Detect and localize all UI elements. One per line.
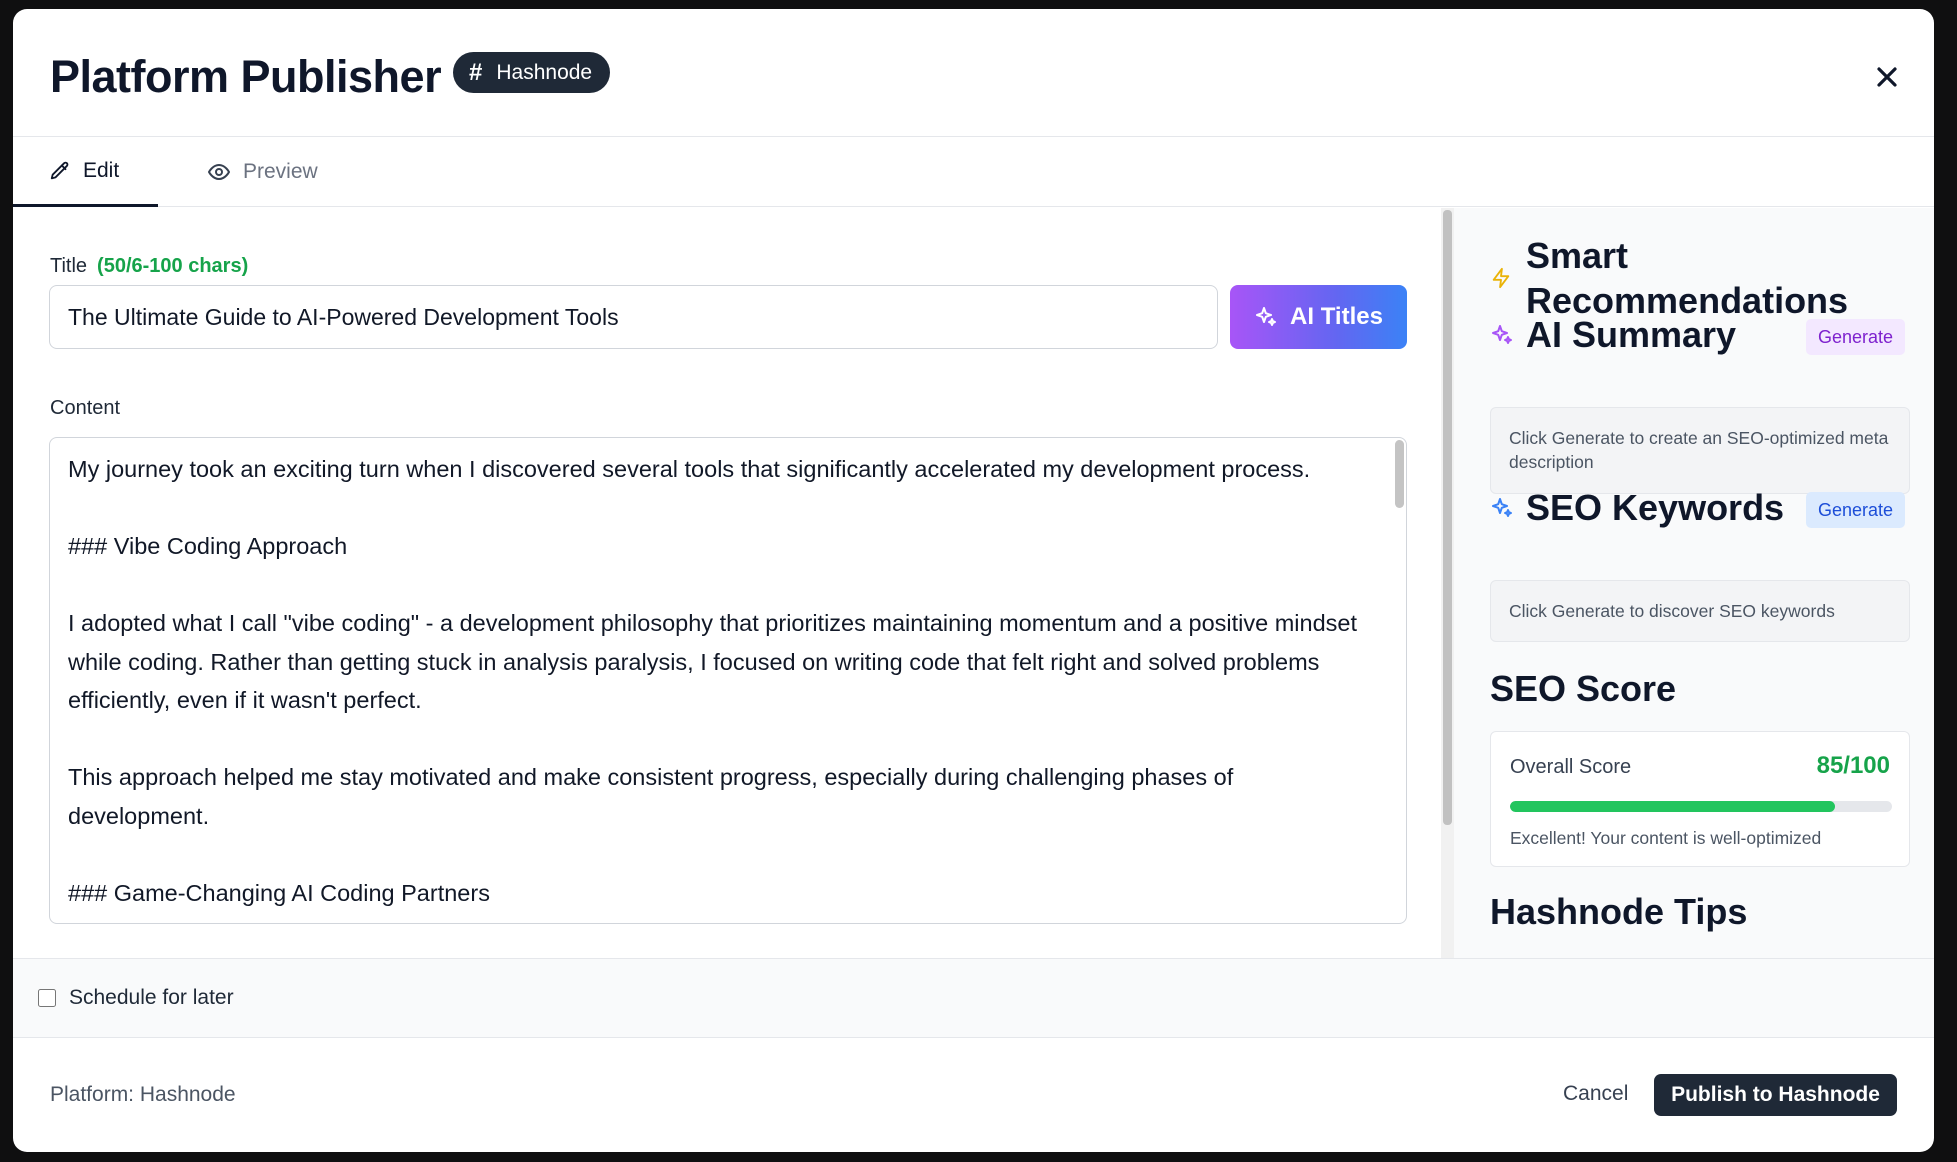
pencil-icon [50, 161, 69, 179]
hash-icon: # [469, 58, 483, 86]
publish-button[interactable]: Publish to Hashnode [1654, 1074, 1897, 1116]
close-button[interactable] [1869, 59, 1905, 95]
ai-summary-generate-button[interactable]: Generate [1806, 319, 1906, 355]
seo-score-title: SEO Score [1490, 668, 1677, 709]
content-textarea[interactable]: My journey took an exciting turn when I … [49, 437, 1407, 924]
title-input[interactable] [49, 285, 1218, 349]
sparkles-icon [1492, 325, 1512, 344]
modal-header: Platform Publisher # Hashnode [13, 9, 1934, 137]
seo-keywords-generate-button[interactable]: Generate [1806, 492, 1906, 528]
content-scrollbar[interactable] [1395, 440, 1404, 920]
tab-edit[interactable]: Edit [13, 137, 158, 207]
overall-score-value: 85/100 [1816, 752, 1890, 779]
publisher-modal: Platform Publisher # Hashnode Edit Previ… [13, 9, 1934, 1152]
title-label-text: Title [50, 255, 88, 277]
ai-titles-label: AI Titles [1290, 303, 1383, 330]
eye-icon [208, 164, 230, 180]
recommendations-header: Smart Recommendations [1490, 233, 1856, 323]
recommendations-panel: Smart Recommendations AI Summary Generat… [1454, 208, 1934, 958]
modal-title: Platform Publisher [50, 51, 442, 102]
tab-bar: Edit Preview [13, 137, 1934, 207]
platform-badge: # Hashnode [453, 52, 611, 93]
tab-edit-label: Edit [83, 158, 120, 182]
schedule-label[interactable]: Schedule for later [69, 986, 234, 1010]
overall-score-label: Overall Score [1510, 756, 1632, 778]
title-char-count: (50/6-100 chars) [97, 255, 249, 277]
seo-score-card: Overall Score 85/100 Excellent! Your con… [1490, 731, 1910, 867]
lightning-icon [1492, 267, 1510, 289]
recommendations-title: Smart Recommendations [1526, 235, 1849, 321]
content-text: My journey took an exciting turn when I … [68, 456, 1358, 906]
platform-badge-label: Hashnode [496, 60, 593, 84]
title-field-label: Title (50/6-100 chars) [50, 255, 248, 278]
ai-titles-button[interactable]: AI Titles [1230, 285, 1407, 349]
seo-keywords-title: SEO Keywords [1526, 487, 1785, 528]
sparkles-icon [1256, 307, 1277, 326]
editor-pane: Title(50/6-100 chars) AI Titles Content … [13, 208, 1441, 958]
content-field-label: Content [50, 397, 121, 419]
tab-preview[interactable]: Preview [193, 137, 318, 207]
panel-scrollbar[interactable] [1441, 208, 1454, 958]
score-progress-bar [1510, 801, 1892, 812]
sparkles-icon [1492, 498, 1512, 517]
seo-keywords-header: SEO Keywords [1490, 487, 1784, 529]
cancel-button[interactable]: Cancel [1543, 1069, 1648, 1119]
ai-summary-header: AI Summary [1490, 314, 1736, 356]
schedule-checkbox[interactable] [38, 989, 56, 1007]
score-note: Excellent! Your content is well-optimize… [1510, 828, 1822, 848]
panel-scrollbar-thumb[interactable] [1443, 210, 1452, 825]
tab-preview-label: Preview [243, 160, 318, 183]
hashnode-tips-title: Hashnode Tips [1490, 891, 1748, 932]
close-icon [1877, 67, 1897, 87]
schedule-strip: Schedule for later [13, 958, 1934, 1038]
seo-keywords-box: Click Generate to discover SEO keywords [1490, 580, 1910, 642]
content-scrollbar-thumb[interactable] [1395, 440, 1404, 508]
ai-summary-box: Click Generate to create an SEO-optimize… [1490, 407, 1910, 494]
score-progress-fill [1510, 801, 1835, 812]
footer-platform-text: Platform: Hashnode [50, 1083, 236, 1106]
ai-summary-title: AI Summary [1526, 314, 1737, 355]
